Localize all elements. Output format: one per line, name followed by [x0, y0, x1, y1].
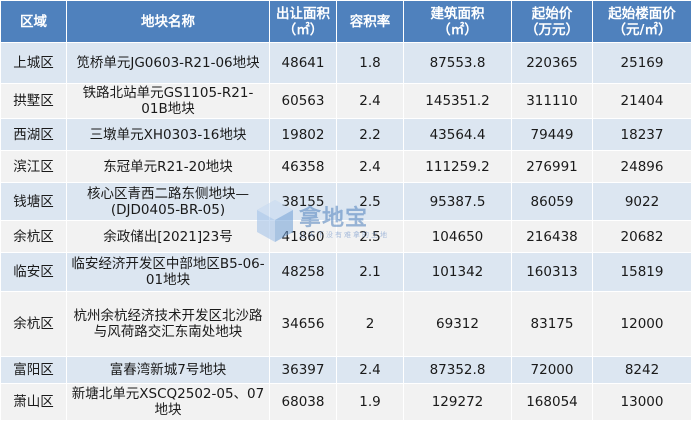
cell-district: 西湖区 — [0, 118, 67, 151]
cell-floor-price: 24896 — [592, 150, 691, 183]
cell-building-area: 87553.8 — [403, 42, 512, 84]
cell-parcel-name: 核心区青西二路东侧地块—(DJD0405-BR-05) — [66, 182, 270, 221]
cell-parcel-name: 铁路北站单元GS1105-R21-01B地块 — [66, 83, 270, 119]
cell-area: 41860 — [269, 220, 337, 253]
cell-parcel-name: 杭州余杭经济技术开发区北沙路与风荷路交汇东南处地块 — [66, 291, 270, 357]
header-row: 区域 地块名称 出让面积 （㎡） 容积率 建筑面积 （㎡） 起始价 （万元） 起始楼面… — [0, 0, 691, 43]
cell-building-area: 95387.5 — [403, 182, 512, 221]
cell-district: 拱墅区 — [0, 83, 67, 119]
cell-floor-price: 9022 — [592, 182, 691, 221]
cell-start-price: 168054 — [511, 383, 593, 421]
cell-parcel-name: 余政储出[2021]23号 — [66, 220, 270, 253]
table-row: 余杭区 杭州余杭经济技术开发区北沙路与风荷路交汇东南处地块 34656 2 69312 8… — [0, 291, 691, 357]
cell-floor-price: 21404 — [592, 83, 691, 119]
cell-district: 上城区 — [0, 42, 67, 84]
cell-start-price: 311110 — [511, 83, 593, 119]
cell-plot-ratio: 2.2 — [336, 118, 404, 151]
cell-area: 36397 — [269, 356, 337, 384]
cell-building-area: 69312 — [403, 291, 512, 357]
cell-parcel-name: 东冠单元R21-20地块 — [66, 150, 270, 183]
cell-district: 余杭区 — [0, 291, 67, 357]
cell-floor-price: 8242 — [592, 356, 691, 384]
cell-building-area: 104650 — [403, 220, 512, 253]
table-row: 上城区 笕桥单元JG0603-R21-06地块 48641 1.8 87553.8 220… — [0, 42, 691, 84]
header-plot-ratio: 容积率 — [336, 0, 404, 43]
cell-start-price: 220365 — [511, 42, 593, 84]
cell-area: 19802 — [269, 118, 337, 151]
table-row: 余杭区 余政储出[2021]23号 41860 2.5 104650 216438 2068… — [0, 220, 691, 253]
cell-parcel-name: 笕桥单元JG0603-R21-06地块 — [66, 42, 270, 84]
table-row: 萧山区 新塘北单元XSCQ2502-05、07地块 68038 1.9 129272 16… — [0, 383, 691, 421]
cell-start-price: 160313 — [511, 252, 593, 292]
cell-district: 萧山区 — [0, 383, 67, 421]
cell-parcel-name: 新塘北单元XSCQ2502-05、07地块 — [66, 383, 270, 421]
cell-parcel-name: 三墩单元XH0303-16地块 — [66, 118, 270, 151]
cell-plot-ratio: 2.4 — [336, 356, 404, 384]
cell-building-area: 87352.8 — [403, 356, 512, 384]
header-start-price: 起始价 （万元） — [511, 0, 593, 43]
cell-start-price: 216438 — [511, 220, 593, 253]
cell-plot-ratio: 2.4 — [336, 83, 404, 119]
cell-district: 钱塘区 — [0, 182, 67, 221]
cell-building-area: 43564.4 — [403, 118, 512, 151]
cell-floor-price: 13000 — [592, 383, 691, 421]
header-area: 出让面积 （㎡） — [269, 0, 337, 43]
cell-area: 68038 — [269, 383, 337, 421]
table-row: 拱墅区 铁路北站单元GS1105-R21-01B地块 60563 2.4 145351.… — [0, 83, 691, 119]
cell-floor-price: 25169 — [592, 42, 691, 84]
header-parcel-name: 地块名称 — [66, 0, 270, 43]
cell-area: 46358 — [269, 150, 337, 183]
table-row: 钱塘区 核心区青西二路东侧地块—(DJD0405-BR-05) 38155 2.5 95… — [0, 182, 691, 221]
cell-area: 60563 — [269, 83, 337, 119]
cell-floor-price: 18237 — [592, 118, 691, 151]
cell-building-area: 145351.2 — [403, 83, 512, 119]
table-row: 富阳区 富春湾新城7号地块 36397 2.4 87352.8 72000 8242 — [0, 356, 691, 384]
cell-area: 38155 — [269, 182, 337, 221]
header-building-area: 建筑面积 （㎡） — [403, 0, 512, 43]
cell-floor-price: 15819 — [592, 252, 691, 292]
cell-start-price: 72000 — [511, 356, 593, 384]
cell-area: 48258 — [269, 252, 337, 292]
cell-parcel-name: 临安经济开发区中部地区B5-06-01地块 — [66, 252, 270, 292]
cell-parcel-name: 富春湾新城7号地块 — [66, 356, 270, 384]
cell-plot-ratio: 1.9 — [336, 383, 404, 421]
cell-plot-ratio: 2.4 — [336, 150, 404, 183]
table-row: 滨江区 东冠单元R21-20地块 46358 2.4 111259.2 276991 248… — [0, 150, 691, 183]
cell-floor-price: 20682 — [592, 220, 691, 253]
cell-plot-ratio: 2.1 — [336, 252, 404, 292]
cell-plot-ratio: 1.8 — [336, 42, 404, 84]
cell-building-area: 101342 — [403, 252, 512, 292]
cell-start-price: 79449 — [511, 118, 593, 151]
cell-building-area: 129272 — [403, 383, 512, 421]
cell-plot-ratio: 2.5 — [336, 182, 404, 221]
cell-plot-ratio: 2 — [336, 291, 404, 357]
cell-district: 临安区 — [0, 252, 67, 292]
cell-floor-price: 12000 — [592, 291, 691, 357]
land-auction-table: 区域 地块名称 出让面积 （㎡） 容积率 建筑面积 （㎡） 起始价 （万元） 起始楼面… — [0, 0, 691, 421]
cell-building-area: 111259.2 — [403, 150, 512, 183]
header-district: 区域 — [0, 0, 67, 43]
table-row: 临安区 临安经济开发区中部地区B5-06-01地块 48258 2.1 101342 16… — [0, 252, 691, 292]
cell-area: 34656 — [269, 291, 337, 357]
cell-district: 富阳区 — [0, 356, 67, 384]
cell-start-price: 276991 — [511, 150, 593, 183]
cell-district: 滨江区 — [0, 150, 67, 183]
header-floor-price: 起始楼面价 （元/㎡） — [592, 0, 691, 43]
cell-district: 余杭区 — [0, 220, 67, 253]
table-row: 西湖区 三墩单元XH0303-16地块 19802 2.2 43564.4 79449 18… — [0, 118, 691, 151]
cell-plot-ratio: 2.5 — [336, 220, 404, 253]
cell-start-price: 86059 — [511, 182, 593, 221]
cell-start-price: 83175 — [511, 291, 593, 357]
cell-area: 48641 — [269, 42, 337, 84]
